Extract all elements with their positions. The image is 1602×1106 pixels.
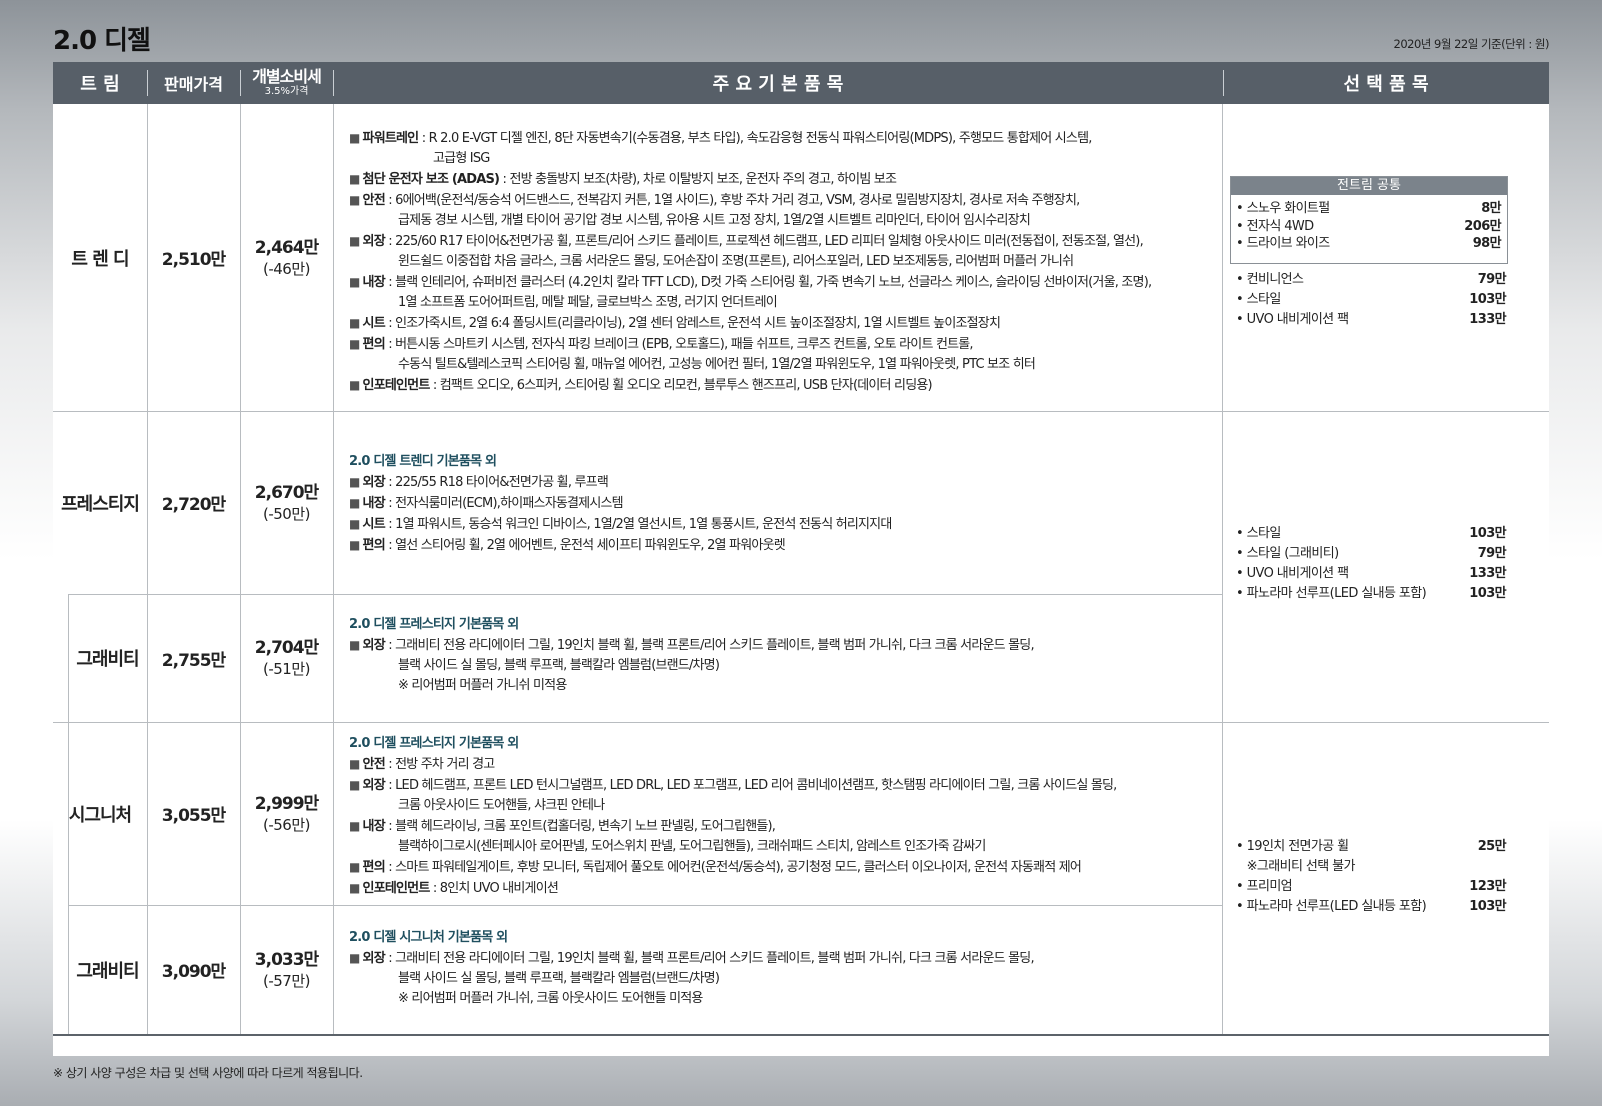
option-item: • 19인치 전면가공 휠 25만 [1236,839,1507,854]
feature-line: ■ 외장 : 225/55 R18 타이어&전면가공 휠, 루프랙 [349,475,609,490]
feature-line: ■ 첨단 운전자 보조 (ADAS) : 전방 충돌방지 보조(차량), 차로 이… [349,172,897,187]
feature-line: ■ 편의 : 열선 스티어링 휠, 2열 에어벤트, 운전석 세이프티 파워윈도우… [349,538,786,553]
feature-line: 고급형 ISG [433,151,490,166]
price-trendy: 2,510만 [161,250,226,270]
features-prestige-gravity: 2.0 디젤 프레스티지 기본품목 외 ■ 외장 : 그래비티 전용 라디에이터 … [349,615,1239,696]
option-item: • 프리미엄 123만 [1236,879,1507,894]
feature-line: ■ 외장 : 225/60 R17 타이어&전면가공 휠, 프론트/리어 스키드 … [349,234,1144,249]
feature-subtitle: 2.0 디젤 시그니처 기본품목 외 [349,930,508,945]
tax-price-signature: 2,999만 (-56만) [254,793,319,834]
features-signature-gravity: 2.0 디젤 시그니처 기본품목 외 ■ 외장 : 그래비티 전용 라디에이터 그… [349,928,1239,1009]
feature-line: 블랙 사이드 실 몰딩, 블랙 루프랙, 블랙칼라 엠블럼(브랜드/차명) [398,971,720,986]
feature-line: ※ 리어범퍼 머플러 가니쉬 미적용 [398,678,567,693]
feature-line: 윈드쉴드 이중접합 차음 글라스, 크롬 서라운드 몰딩, 도어손잡이 조명(프… [398,254,1074,269]
common-options-title: 전트림 공통 [1231,177,1507,195]
price-table: 트 림 판매가격 개별소비세 3.5%가격 주 요 기 본 품 목 선 택 품 … [53,62,1549,1056]
footnote: ※ 상기 사양 구성은 차급 및 선택 사양에 따라 다르게 적용됩니다. [53,1066,363,1080]
feature-line: 수동식 틸트&텔레스코픽 스티어링 휠, 매뉴얼 에어컨, 고성능 에어컨 필터… [398,357,1036,372]
feature-line: 급제동 경보 시스템, 개별 타이어 공기압 경보 시스템, 유아용 시트 고정… [398,213,1031,228]
option-item: • 스타일 (그래비티) 79만 [1236,546,1507,561]
tax-price-value: 2,464만 [254,237,319,258]
feature-line: ■ 안전 : 6에어백(운전석/동승석 어드밴스드, 전복감지 커튼, 1열 사이… [349,193,1080,208]
option-item: • 컨비니언스 79만 [1236,272,1507,287]
tax-price-prestige: 2,670만 (-50만) [254,482,319,523]
feature-line: 블랙하이그로시(센터페시아 로어판넬, 도어스위치 판넬, 도어그립핸들), 크… [398,839,986,854]
header-options: 선 택 품 목 [1343,74,1429,95]
feature-line: ※ 리어범퍼 머플러 가니쉬, 크롬 아웃사이드 도어핸들 미적용 [398,991,703,1006]
feature-line: ■ 내장 : 블랙 헤드라이닝, 크롬 포인트(컵홀더링, 변속기 노브 판넬링,… [349,819,776,834]
page-title: 2.0 디젤 [53,26,151,56]
option-item: • UVO 내비게이션 팩 133만 [1236,566,1507,581]
header-trim: 트 림 [80,74,120,95]
feature-line: ■ 편의 : 스마트 파워테일게이트, 후방 모니터, 독립제어 풀오토 에어컨(… [349,860,1082,875]
header-tax-line1: 개별소비세 [252,67,322,86]
tax-price-signature-gravity: 3,033만 (-57만) [254,949,319,990]
trim-trendy: 트 렌 디 [71,248,129,270]
option-item: • 파노라마 선루프(LED 실내등 포함) 103만 [1236,899,1507,914]
trim-prestige: 프레스티지 [61,493,140,515]
options-prestige: • 스타일 103만 • 스타일 (그래비티) 79만 • UVO 내비게이션 팩1… [1236,524,1507,604]
header-price: 판매가격 [164,75,223,94]
option-item: • 스타일 103만 [1236,292,1507,307]
option-item: • 스노우 화이트펄 8만 [1236,201,1502,216]
trim-signature: 시그니처 [68,804,132,826]
features-signature: 2.0 디젤 프레스티지 기본품목 외 ■ 안전 : 전방 주차 거리 경고 ■ 외… [349,734,1239,899]
header-features: 주 요 기 본 품 목 [712,74,844,95]
table-header: 트 림 판매가격 개별소비세 3.5%가격 주 요 기 본 품 목 선 택 품 … [53,62,1549,104]
feature-line: ■ 파워트레인 : R 2.0 E-VGT 디젤 엔진, 8단 자동변속기(수동겸… [349,131,1092,146]
option-item: • 파노라마 선루프(LED 실내등 포함) 103만 [1236,586,1507,601]
trim-signature-gravity: 그래비티 [76,960,139,982]
option-item: ※그래비티 선택 불가 [1236,859,1356,874]
price-prestige-gravity: 2,755만 [161,650,226,671]
feature-line: ■ 외장 : LED 헤드램프, 프론트 LED 턴시그널램프, LED DRL,… [349,778,1117,793]
feature-line: 블랙 사이드 실 몰딩, 블랙 루프랙, 블랙칼라 엠블럼(브랜드/차명) [398,658,720,673]
feature-line: ■ 시트 : 1열 파워시트, 동승석 워크인 디바이스, 1열/2열 열선시트,… [349,517,892,532]
common-options-box: 전트림 공통 • 스노우 화이트펄 8만 • 전자식 4WD 206만 • 드라이브… [1230,176,1508,264]
feature-subtitle: 2.0 디젤 프레스티지 기본품목 외 [349,617,519,632]
option-item: • 드라이브 와이즈 98만 [1236,236,1502,251]
feature-line: 크롬 아웃사이드 도어핸들, 샤크핀 안테나 [398,798,605,813]
features-prestige: 2.0 디젤 트렌디 기본품목 외 ■ 외장 : 225/55 R18 타이어&전… [349,452,1239,556]
feature-line: ■ 내장 : 전자식룸미러(ECM),하이패스자동결제시스템 [349,496,624,511]
option-item: • UVO 내비게이션 팩 133만 [1236,312,1507,327]
price-prestige: 2,720만 [161,495,226,515]
feature-line: ■ 편의 : 버튼시동 스마트키 시스템, 전자식 파킹 브레이크 (EPB, 오… [349,337,974,352]
price-signature-gravity: 3,090만 [161,962,226,982]
option-item: • 스타일 103만 [1236,526,1507,541]
feature-line: ■ 안전 : 전방 주차 거리 경고 [349,757,495,772]
feature-line: ■ 외장 : 그래비티 전용 라디에이터 그릴, 19인치 블랙 휠, 블랙 프론… [349,638,1035,653]
feature-line: ■ 인포테인먼트 : 컴팩트 오디오, 6스피커, 스티어링 휠 오디오 리모컨,… [349,378,933,393]
feature-line: ■ 외장 : 그래비티 전용 라디에이터 그릴, 19인치 블랙 휠, 블랙 프론… [349,951,1035,966]
feature-line: 1열 소프트폼 도어어퍼트림, 메탈 페달, 글로브박스 조명, 러기지 언더트… [398,295,778,310]
features-trendy: ■ 파워트레인 : R 2.0 E-VGT 디젤 엔진, 8단 자동변속기(수동겸… [349,128,1239,396]
tax-price-prestige-gravity: 2,704만 (-51만) [254,638,319,678]
header-tax-price: 개별소비세 3.5%가격 [240,62,333,104]
feature-subtitle: 2.0 디젤 트렌디 기본품목 외 [349,454,497,469]
options-trendy: • 컨비니언스 79만 • 스타일 103만 • UVO 내비게이션 팩 133만 [1236,270,1507,330]
feature-line: ■ 내장 : 블랙 인테리어, 슈퍼비전 클러스터 (4.2인치 칼라 TFT L… [349,275,1152,290]
feature-subtitle: 2.0 디젤 프레스티지 기본품목 외 [349,736,519,751]
feature-line: ■ 시트 : 인조가죽시트, 2열 6:4 폴딩시트(리클라이닝), 2열 센터 … [349,316,1001,331]
trim-prestige-gravity: 그래비티 [76,649,139,670]
header-tax-line2: 3.5%가격 [264,86,309,97]
date-unit-note: 2020년 9월 22일 기준(단위 : 원) [1393,37,1550,51]
feature-line: ■ 인포테인먼트 : 8인치 UVO 내비게이션 [349,881,559,896]
tax-price-diff: (-46만) [262,259,311,278]
tax-price-trendy: 2,464만 (-46만) [240,104,333,411]
price-signature: 3,055만 [161,806,226,826]
options-signature: • 19인치 전면가공 휠 25만 ※그래비티 선택 불가 • 프리미엄 123만 … [1236,837,1507,917]
option-item: • 전자식 4WD 206만 [1236,218,1502,234]
